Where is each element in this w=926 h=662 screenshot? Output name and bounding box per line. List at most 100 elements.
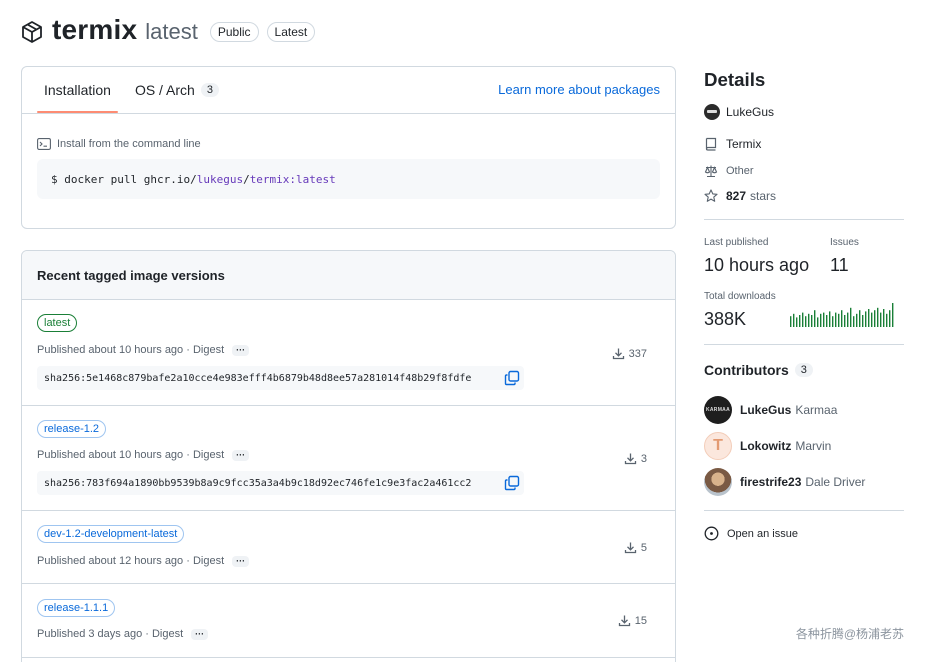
digest-expand-button[interactable]: ··· (232, 449, 250, 461)
cmd-prefix: $ docker pull ghcr.io/ (51, 172, 197, 186)
latest-badge: Latest (266, 22, 316, 42)
visibility-badge: Public (209, 22, 259, 42)
download-icon (624, 453, 637, 465)
stars-link[interactable]: 827 stars (704, 189, 776, 203)
issues-label: Issues (830, 237, 859, 248)
download-icon (624, 542, 637, 554)
sparkline-bar (832, 316, 834, 327)
published-text: Published about 10 hours ago · Digest (37, 344, 225, 356)
sparkline-bar (886, 313, 888, 327)
sparkline-bar (790, 316, 792, 327)
sparkline-bar (808, 313, 810, 327)
license-name: Other (726, 165, 754, 177)
downloads-label: Total downloads (704, 291, 776, 302)
sparkline-bar (805, 316, 807, 327)
version-tag-release-1-1-1[interactable]: release-1.1.1 (37, 599, 116, 617)
sparkline-bar (889, 310, 891, 327)
contributor-login: LukeGus (740, 403, 792, 417)
sparkline-bar (883, 309, 885, 327)
docker-pull-command[interactable]: $ docker pull ghcr.io/lukegus / termix:lat… (37, 159, 660, 199)
open-issue-link[interactable]: Open an issue (704, 526, 798, 541)
cmd-image: termix:latest (249, 172, 336, 186)
repo-link[interactable]: Termix (704, 137, 761, 151)
version-tag-dev-1-2[interactable]: dev-1.2-development-latest (37, 525, 185, 543)
version-meta: Published about 10 hours ago · Digest ··… (37, 449, 250, 461)
open-issue-label: Open an issue (727, 527, 798, 540)
version-row: release-1.1.1 Published 3 days ago · Dig… (22, 584, 675, 658)
tab-installation[interactable]: Installation (37, 67, 118, 114)
last-published-label: Last published (704, 237, 769, 248)
owner-avatar (704, 104, 720, 120)
divider (704, 510, 904, 511)
digest-box: sha256:5e1468c879bafe2a10cce4e983efff4b6… (37, 366, 524, 390)
owner-name: LukeGus (726, 105, 775, 119)
avatar: KARMAA (704, 396, 732, 424)
published-text: Published 3 days ago · Digest (37, 628, 184, 640)
version-row: latest Published about 10 hours ago · Di… (22, 300, 675, 406)
tab-os-arch[interactable]: OS / Arch 3 (128, 67, 226, 114)
version-tag-latest[interactable]: latest (37, 314, 78, 332)
install-panel: Installation OS / Arch 3 Learn more abou… (21, 66, 676, 229)
contributor-item[interactable]: KARMAA LukeGus Karmaa (704, 396, 837, 424)
digest-expand-button[interactable]: ··· (191, 628, 209, 640)
sparkline-bar (817, 317, 819, 327)
download-count: 15 (618, 614, 647, 627)
issue-icon (704, 526, 719, 541)
sparkline-bar (826, 315, 828, 327)
package-header: termix latest Public Latest (20, 10, 316, 50)
divider (704, 219, 904, 220)
sparkline-bar (823, 312, 825, 327)
published-text: Published about 12 hours ago · Digest (37, 555, 225, 567)
details-heading: Details (704, 69, 766, 90)
download-icon (612, 348, 624, 360)
sparkline-bar (844, 315, 846, 327)
avatar-label: KARMAA (705, 407, 731, 413)
sparkline-bar (868, 309, 870, 327)
downloads-sparkline (790, 303, 894, 327)
repo-name: Termix (726, 137, 762, 151)
learn-more-link[interactable]: Learn more about packages (498, 82, 660, 97)
contributors-title: Contributors (704, 362, 789, 378)
contributor-item[interactable]: T Lokowitz Marvin (704, 432, 831, 460)
contributor-name: Dale Driver (805, 475, 866, 489)
sparkline-bar (838, 313, 840, 327)
command-line-text: Install from the command line (57, 138, 201, 150)
sparkline-bar (814, 310, 816, 327)
download-icon (618, 615, 630, 627)
download-value: 337 (628, 347, 647, 360)
sparkline-bar (874, 310, 876, 327)
issues-value: 11 (830, 255, 849, 275)
star-icon (704, 189, 718, 202)
download-value: 3 (640, 452, 647, 465)
avatar (704, 468, 732, 496)
version-tag-release-1-2[interactable]: release-1.2 (37, 420, 107, 438)
sparkline-bar (829, 311, 831, 327)
package-icon (22, 21, 42, 43)
digest-box: sha256:783f694a1890bb9539b8a9c9fcc35a3a4… (37, 471, 524, 495)
version-meta: Published about 10 hours ago · Digest ··… (37, 344, 250, 356)
digest-expand-button[interactable]: ··· (232, 344, 250, 356)
download-count: 3 (624, 452, 647, 465)
version-meta: Published about 12 hours ago · Digest ··… (37, 555, 250, 567)
license-link[interactable]: Other (704, 164, 754, 178)
stars-count: 827 (726, 189, 747, 203)
copy-icon[interactable] (504, 475, 520, 491)
contributor-login: Lokowitz (740, 439, 792, 453)
os-arch-count: 3 (200, 83, 219, 97)
owner-link[interactable]: LukeGus (704, 104, 774, 120)
contributors-heading: Contributors 3 (704, 362, 904, 378)
sparkline-bar (853, 316, 855, 327)
scale-icon (704, 165, 718, 178)
package-tag: latest (145, 19, 198, 44)
install-tabs: Installation OS / Arch 3 Learn more abou… (22, 67, 675, 114)
sparkline-bar (862, 315, 864, 327)
sparkline-bar (850, 307, 852, 327)
contributor-item[interactable]: firestrife23 Dale Driver (704, 468, 865, 496)
copy-icon[interactable] (504, 370, 520, 386)
terminal-icon (37, 138, 51, 150)
sparkline-bar (856, 313, 858, 327)
digest-text: sha256:783f694a1890bb9539b8a9c9fcc35a3a4… (44, 477, 472, 489)
digest-expand-button[interactable]: ··· (232, 555, 250, 567)
stars-label: stars (750, 189, 777, 203)
avatar-label: T (713, 437, 723, 454)
